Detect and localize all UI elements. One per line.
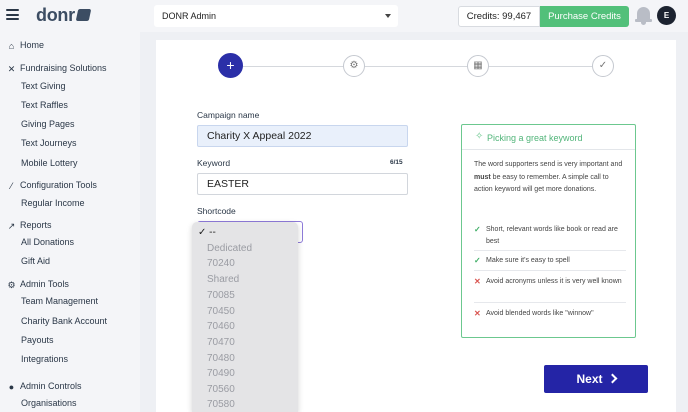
menu-icon[interactable] (6, 9, 19, 20)
organisation-select-value: DONR Admin (162, 11, 217, 21)
sidebar-section-admin-controls[interactable]: ● Admin Controls (6, 381, 82, 392)
tip-item: ✕ Avoid blended words like "winnow" (474, 309, 594, 318)
tips-intro: The word supporters send is very importa… (474, 161, 623, 193)
dropdown-option[interactable]: 70460 (207, 321, 235, 332)
tips-header: ✧ Picking a great keyword (462, 125, 635, 150)
home-icon: ⌂ (8, 41, 15, 51)
sidebar-item-text-journeys[interactable]: Text Journeys (21, 138, 77, 148)
chart-icon: ↗ (7, 221, 16, 231)
sidebar-item-payouts[interactable]: Payouts (21, 335, 54, 345)
sidebar-section-configuration[interactable]: ⁄ Configuration Tools (6, 180, 97, 191)
sidebar-item-text-raffles[interactable]: Text Raffles (21, 100, 68, 110)
sidebar-section-fundraising[interactable]: ✕ Fundraising Solutions (6, 63, 107, 74)
next-button[interactable]: Next (544, 365, 648, 393)
stepper-track (230, 66, 602, 67)
tip-item: ✓ Make sure it's easy to spell (474, 256, 570, 265)
sidebar-item-text-giving[interactable]: Text Giving (21, 81, 66, 91)
dropdown-group-label: Shared (207, 274, 240, 285)
check-icon: ✓ (474, 225, 481, 234)
tips-title: Picking a great keyword (487, 133, 583, 143)
sidebar-item-all-donations[interactable]: All Donations (21, 237, 74, 247)
sidebar-item-integrations[interactable]: Integrations (21, 354, 68, 364)
cross-icon: ✕ (474, 277, 481, 286)
tip-item: ✓ Short, relevant words like book or read… (474, 225, 618, 245)
sidebar: ⌂ Home ✕ Fundraising Solutions Text Giving… (0, 32, 140, 412)
lightbulb-icon: ✧ (475, 131, 484, 142)
step-settings-gear-icon[interactable]: ⚙ (343, 55, 365, 77)
users-icon: ● (8, 382, 15, 392)
divider (474, 270, 626, 271)
campaign-name-label: Campaign name (197, 110, 260, 120)
credits-balance: Credits: 99,467 (458, 6, 540, 27)
top-bar: donr DONR Admin Credits: 99,467 Purchase… (0, 0, 688, 32)
step-checkmark-icon[interactable]: ✓ (592, 55, 614, 77)
keyword-label: Keyword (197, 158, 231, 168)
dropdown-option[interactable]: 70085 (207, 290, 235, 301)
sidebar-item-team-management[interactable]: Team Management (21, 296, 98, 306)
dropdown-group-label: Dedicated (207, 243, 253, 254)
organisation-select[interactable]: DONR Admin (154, 5, 398, 27)
sidebar-section-admin-tools[interactable]: ⚙ Admin Tools (6, 279, 68, 290)
dropdown-option[interactable]: 70450 (207, 306, 235, 317)
logo-mark-icon (75, 9, 92, 21)
sidebar-item-gift-aid[interactable]: Gift Aid (21, 256, 50, 266)
sidebar-item-home[interactable]: ⌂ Home (6, 40, 44, 51)
check-icon: ✓ (474, 256, 481, 265)
cross-icon: ✕ (474, 309, 481, 318)
keyword-tips-card: ✧ Picking a great keyword The word suppo… (461, 124, 636, 338)
avatar[interactable]: E (657, 6, 676, 25)
sidebar-section-reports[interactable]: ↗ Reports (6, 220, 52, 231)
divider (474, 302, 626, 303)
dropdown-option[interactable]: 70470 (207, 337, 235, 348)
logo[interactable]: donr (36, 5, 92, 26)
campaign-name-input[interactable]: Charity X Appeal 2022 (197, 125, 408, 147)
sidebar-item-regular-income[interactable]: Regular Income (21, 198, 85, 208)
step-add-icon[interactable]: + (218, 53, 243, 78)
sidebar-item-charity-bank-account[interactable]: Charity Bank Account (21, 316, 107, 326)
dropdown-option[interactable]: 70560 (207, 384, 235, 395)
dropdown-option[interactable]: 70580 (207, 399, 235, 410)
tip-item: ✕ Avoid acronyms unless it is very well k… (474, 277, 622, 286)
step-calendar-icon[interactable]: ▦ (467, 55, 489, 77)
chevron-right-icon (607, 373, 617, 384)
notifications-bell-icon[interactable] (635, 6, 652, 25)
gears-icon: ⚙ (7, 280, 16, 290)
sidebar-item-organisations[interactable]: Organisations (21, 398, 77, 408)
dropdown-option[interactable]: 70240 (207, 258, 235, 269)
purchase-credits-button[interactable]: Purchase Credits (540, 6, 629, 27)
divider (474, 250, 626, 251)
dropdown-option-selected[interactable]: ✓ -- (198, 227, 216, 238)
sidebar-item-mobile-lottery[interactable]: Mobile Lottery (21, 158, 78, 168)
chevron-down-icon (385, 14, 391, 18)
dropdown-option[interactable]: 70490 (207, 368, 235, 379)
tools-icon: ✕ (7, 64, 16, 74)
sidebar-item-giving-pages[interactable]: Giving Pages (21, 119, 75, 129)
dropdown-option[interactable]: 70480 (207, 353, 235, 364)
shortcode-dropdown-menu[interactable]: ✓ -- Dedicated 70240 Shared 70085 70450 … (192, 222, 298, 412)
keyword-char-counter: 6/15 (390, 159, 403, 166)
shortcode-label: Shortcode (197, 206, 236, 216)
wand-icon: ⁄ (10, 181, 13, 191)
keyword-input[interactable]: EASTER (197, 173, 408, 195)
